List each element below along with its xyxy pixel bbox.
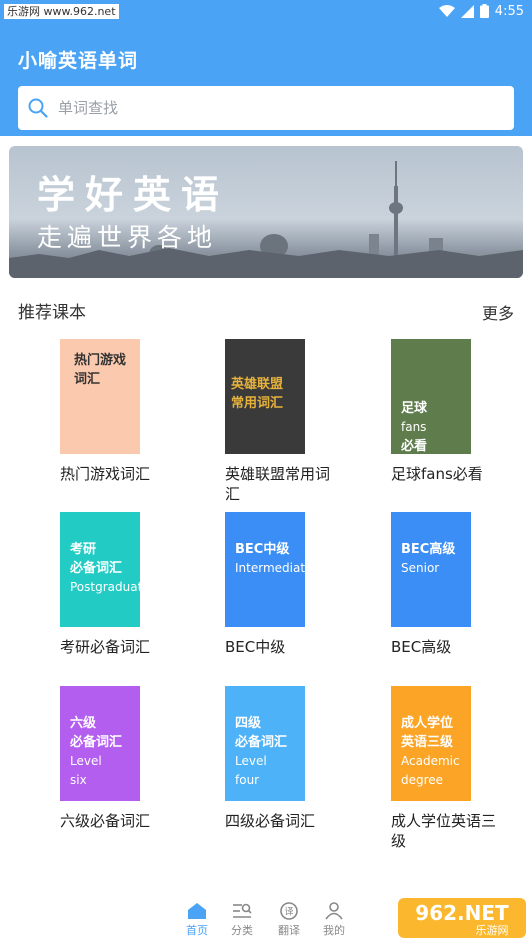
book-cover-line: Level: [70, 754, 102, 768]
watermark-text: 962.NET: [415, 901, 509, 925]
status-site-label: 乐游网 www.962.net: [4, 4, 119, 19]
book-cover-line: 成人学位: [401, 716, 454, 731]
tab-profile-label: 我的: [323, 924, 345, 937]
book-cover-line: 常用词汇: [231, 396, 284, 411]
recommended-section-header: 推荐课本 更多: [18, 298, 514, 324]
book-card[interactable]: 四级 必备词汇 Level four 四级必备词汇: [225, 686, 345, 851]
book-cover-text: 足球 fans 必看: [401, 399, 427, 454]
status-bar: 乐游网 www.962.net 4:55: [0, 0, 532, 22]
watermark-logo: 962.NET 乐游网: [396, 892, 528, 942]
tab-home[interactable]: 首页: [177, 902, 217, 938]
book-cover-line: Senior: [401, 561, 440, 575]
book-cover-line: 必看: [401, 439, 428, 454]
book-cover-line: 英雄联盟: [231, 377, 284, 392]
book-cover[interactable]: BEC中级 Intermediate: [225, 512, 305, 627]
home-icon: [188, 903, 206, 919]
book-card[interactable]: 热门游戏 词汇 热门游戏词汇: [60, 339, 180, 484]
book-title: 英雄联盟常用词汇: [225, 465, 331, 503]
book-cover[interactable]: 足球 fans 必看: [391, 339, 471, 454]
book-cover-line: 足球: [401, 401, 428, 416]
book-card[interactable]: BEC高级 Senior BEC高级: [391, 512, 511, 657]
book-cover-text: 热门游戏 词汇: [74, 351, 126, 389]
book-title: BEC高级: [391, 638, 452, 656]
book-card[interactable]: 足球 fans 必看 足球fans必看: [391, 339, 511, 484]
status-time: 4:55: [494, 3, 524, 19]
book-title: 六级必备词汇: [60, 812, 151, 830]
book-cover-line: 热门游戏: [74, 353, 127, 368]
book-cover-line: 词汇: [74, 372, 101, 387]
app-title: 小喻英语单词: [18, 50, 139, 72]
translate-icon: 译: [280, 902, 298, 920]
book-card[interactable]: 六级 必备词汇 Level six 六级必备词汇: [60, 686, 180, 851]
book-title: 四级必备词汇: [225, 812, 316, 830]
app-header: 小喻英语单词: [0, 22, 532, 136]
tab-profile[interactable]: 我的: [314, 902, 354, 938]
book-cover-line: 必备词汇: [70, 735, 123, 750]
book-cover-text: 四级必备词汇 Level four: [235, 714, 287, 790]
status-icons: 4:55: [438, 2, 524, 20]
book-cover-line: 必备词汇: [235, 735, 288, 750]
banner-subline: 走遍世界各地: [37, 223, 218, 252]
book-cover-line: degree: [401, 773, 444, 787]
book-cover-text: 六级必备词汇 Level six: [70, 714, 122, 790]
book-cover-text: 英雄联盟 常用词汇: [231, 375, 283, 413]
section-title: 推荐课本: [18, 303, 86, 323]
book-title: BEC中级: [225, 638, 286, 656]
book-cover-text: 成人学位英语三级 Academic degree: [401, 714, 460, 790]
book-cover[interactable]: BEC高级 Senior: [391, 512, 471, 627]
book-title: 热门游戏词汇: [60, 465, 151, 483]
book-cover-line: six: [70, 773, 87, 787]
battery-icon: [479, 4, 489, 18]
watermark-sub: 乐游网: [476, 924, 509, 937]
tab-translate[interactable]: 译 翻译: [269, 902, 309, 938]
book-card[interactable]: 成人学位 英语三级 Academic degree 成人学位英语三级: [391, 686, 511, 851]
category-icon: [233, 903, 252, 918]
book-cover-line: 六级: [70, 716, 97, 731]
search-icon: [28, 98, 48, 118]
book-title: 考研必备词汇: [60, 638, 151, 656]
book-cover[interactable]: 六级必备词汇 Level six: [60, 686, 140, 801]
book-cover-text: BEC高级 Senior: [401, 540, 455, 578]
promo-banner[interactable]: 学好英语 走遍世界各地: [9, 146, 523, 278]
tab-home-label: 首页: [186, 924, 208, 937]
tab-category[interactable]: 分类: [222, 902, 262, 938]
book-card[interactable]: BEC中级 Intermediate BEC中级: [225, 512, 345, 657]
search-input[interactable]: [58, 86, 498, 130]
book-cover-line: Academic: [401, 754, 460, 768]
profile-icon: [325, 902, 343, 920]
book-card[interactable]: 考研必备词汇Postgraduate考研必备词汇: [60, 512, 180, 657]
svg-text:译: 译: [284, 907, 293, 918]
search-box[interactable]: [18, 86, 514, 130]
book-cover-line: Intermediate: [235, 561, 305, 575]
wifi-icon: [438, 5, 455, 17]
book-cover[interactable]: 英雄联盟 常用词汇: [225, 339, 305, 454]
book-title: 足球fans必看: [391, 465, 483, 483]
book-cover-line: 英语三级: [401, 735, 454, 750]
book-cover-line: fans: [401, 420, 427, 434]
book-cover-line: 考研: [70, 542, 97, 557]
tab-translate-label: 翻译: [278, 924, 300, 937]
book-cover-line: 必备词汇: [70, 561, 123, 576]
signal-icon: [460, 4, 474, 18]
book-cover-text: 考研必备词汇 Postgraduate: [70, 540, 140, 597]
book-cover-line: BEC中级: [235, 542, 290, 557]
book-card[interactable]: 英雄联盟 常用词汇 英雄联盟常用词汇: [225, 339, 345, 504]
book-cover-text: BEC中级 Intermediate: [235, 540, 305, 578]
book-cover-line: Level: [235, 754, 267, 768]
book-cover[interactable]: 热门游戏 词汇: [60, 339, 140, 454]
banner-headline: 学好英语: [37, 173, 230, 217]
book-cover[interactable]: 成人学位英语三级 Academic degree: [391, 686, 471, 801]
book-cover-line: BEC高级: [401, 542, 456, 557]
book-cover-line: 四级: [235, 716, 262, 731]
book-cover[interactable]: 四级必备词汇 Level four: [225, 686, 305, 801]
tab-category-label: 分类: [231, 924, 253, 937]
book-cover[interactable]: 考研必备词汇 Postgraduate: [60, 512, 140, 627]
book-title: 成人学位英语三级: [391, 812, 497, 850]
book-cover-line: Postgraduate: [70, 580, 140, 594]
more-link[interactable]: 更多: [482, 300, 514, 324]
book-cover-line: four: [235, 773, 260, 787]
